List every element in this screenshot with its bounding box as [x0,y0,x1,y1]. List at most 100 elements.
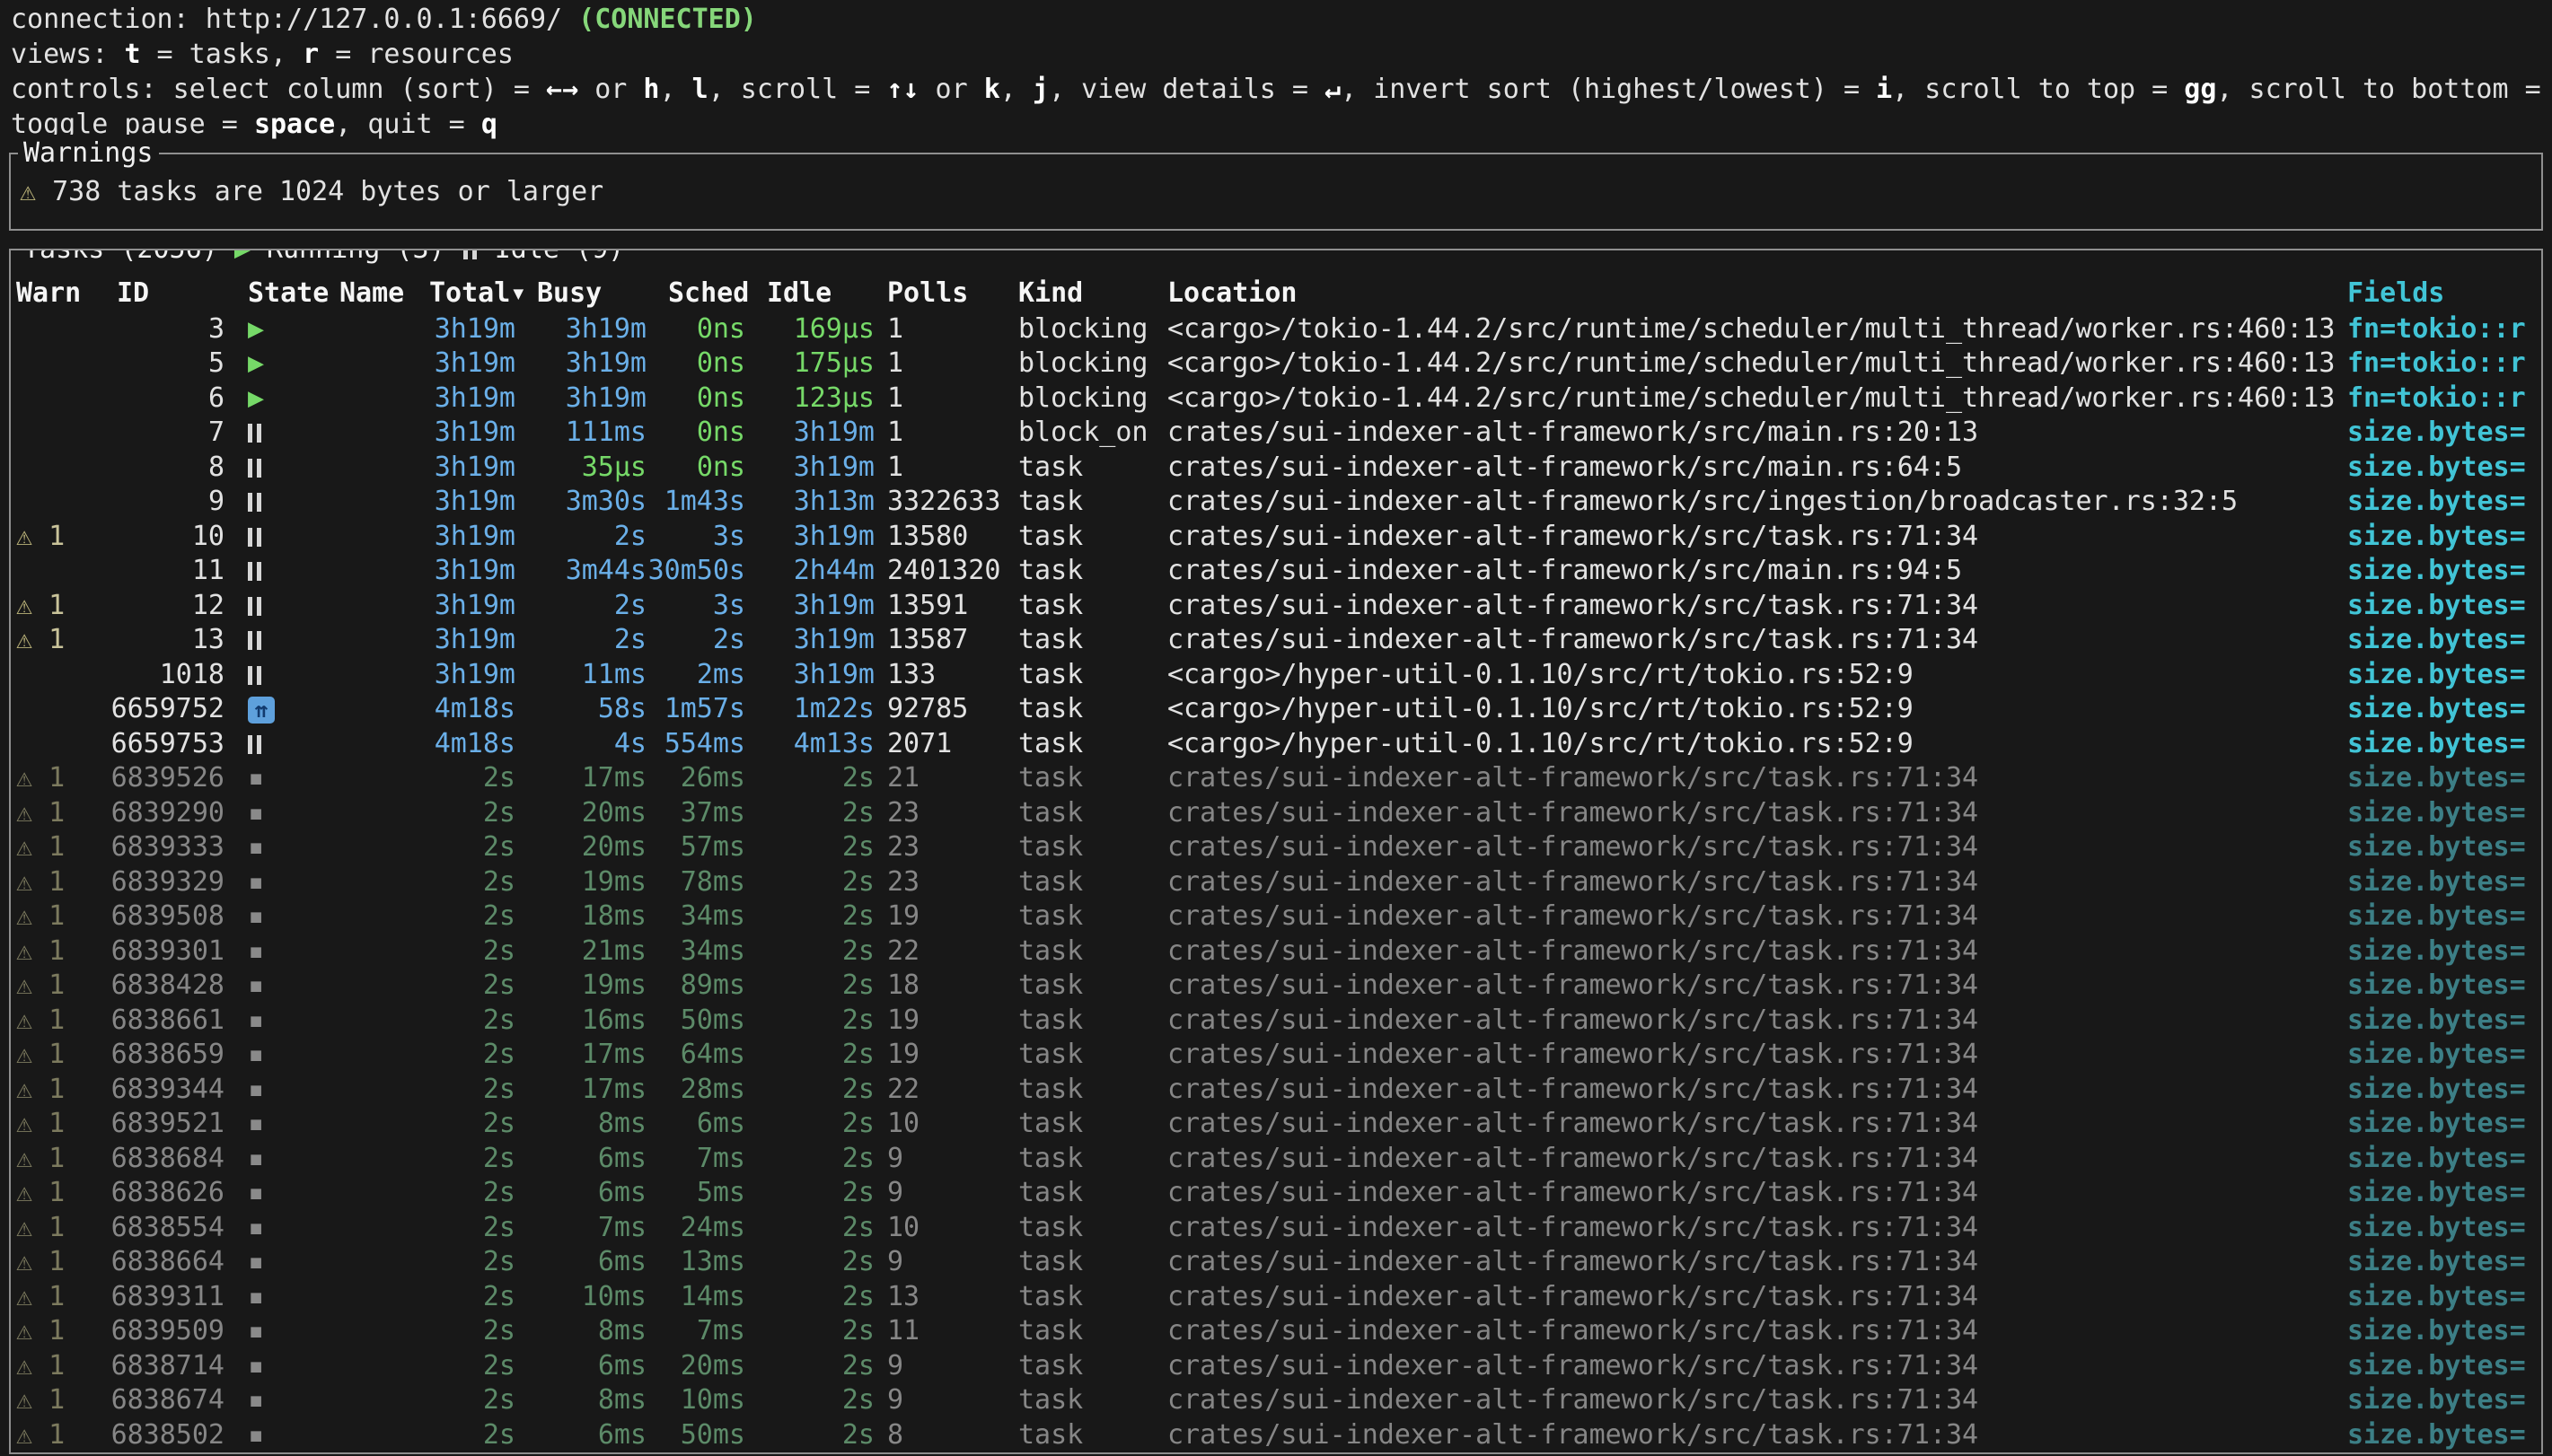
task-row-13[interactable]: ⚠ 1133h19m2s2s3h19m13587taskcrates/sui-i… [11,623,2541,658]
column-header-total[interactable]: Total▾ [408,277,515,309]
cell-id: 6838428 [110,969,224,1001]
cell-total: 3h19m [408,452,515,483]
warning-item: ⚠ 738 tasks are 1024 bytes or larger [11,154,2541,229]
task-row-10[interactable]: ⚠ 1103h19m2s3s3h19m13580taskcrates/sui-i… [11,519,2541,554]
cell-kind: task [1009,1039,1158,1070]
running-state-icon: ▶ [248,313,264,345]
task-row-6839508[interactable]: ⚠ 16839508▪2s18ms34ms2s19taskcrates/sui-… [11,899,2541,934]
task-row-6838428[interactable]: ⚠ 16838428▪2s19ms89ms2s18taskcrates/sui-… [11,969,2541,1004]
warning-count: 1 [32,866,65,898]
column-header-warn[interactable]: Warn [16,277,110,309]
cell-warn: ⚠ 1 [16,831,110,863]
task-row-6[interactable]: 6▶3h19m3h19m0ns123µs1blocking<cargo>/tok… [11,381,2541,416]
cell-location: crates/sui-indexer-alt-framework/src/tas… [1158,831,2335,863]
cell-warn: ⚠ 1 [16,1074,110,1105]
cell-kind: task [1009,521,1158,552]
task-row-6839333[interactable]: ⚠ 16839333▪2s20ms57ms2s23taskcrates/sui-… [11,830,2541,865]
idle-state-icon [248,424,261,443]
task-row-6838674[interactable]: ⚠ 16838674▪2s8ms10ms2s9taskcrates/sui-in… [11,1383,2541,1418]
task-row-9[interactable]: 93h19m3m30s1m43s3h13m3322633taskcrates/s… [11,485,2541,520]
task-row-5[interactable]: 5▶3h19m3h19m0ns175µs1blocking<cargo>/tok… [11,346,2541,382]
cell-warn: ⚠ 1 [16,521,110,552]
task-row-6839301[interactable]: ⚠ 16839301▪2s21ms34ms2s22taskcrates/sui-… [11,934,2541,969]
cell-busy: 17ms [515,762,647,794]
idle-state-icon [248,528,261,547]
task-row-3[interactable]: 3▶3h19m3h19m0ns169µs1blocking<cargo>/tok… [11,311,2541,346]
task-row-6838714[interactable]: ⚠ 16838714▪2s6ms20ms2s9taskcrates/sui-in… [11,1348,2541,1383]
task-row-6838626[interactable]: ⚠ 16838626▪2s6ms5ms2s9taskcrates/sui-ind… [11,1176,2541,1211]
cell-fields: size.bytes= [2335,831,2541,863]
cell-sched: 13ms [647,1246,745,1277]
cell-location: crates/sui-indexer-alt-framework/src/ing… [1158,486,2335,517]
task-row-6659753[interactable]: 66597534m18s4s554ms4m13s2071task<cargo>/… [11,726,2541,761]
task-row-6839344[interactable]: ⚠ 16839344▪2s17ms28ms2s22taskcrates/sui-… [11,1072,2541,1107]
text-segment: = resources [319,39,514,70]
cell-location: <cargo>/hyper-util-0.1.10/src/rt/tokio.r… [1158,728,2335,759]
cell-sched: 0ns [647,347,745,379]
task-row-6838554[interactable]: ⚠ 16838554▪2s7ms24ms2s10taskcrates/sui-i… [11,1210,2541,1245]
cell-sched: 5ms [647,1177,745,1208]
task-row-6838684[interactable]: ⚠ 16838684▪2s6ms7ms2s9taskcrates/sui-ind… [11,1141,2541,1176]
cell-sched: 6ms [647,1108,745,1139]
cell-busy: 6ms [515,1143,647,1174]
cell-state [224,555,318,586]
column-header-kind[interactable]: Kind [1009,277,1158,309]
task-row-6839509[interactable]: ⚠ 16839509▪2s8ms7ms2s11taskcrates/sui-in… [11,1314,2541,1349]
column-header-polls[interactable]: Polls [875,277,1009,309]
task-row-11[interactable]: 113h19m3m44s30m50s2h44m2401320taskcrates… [11,554,2541,589]
cell-sched: 10ms [647,1384,745,1416]
task-row-6838664[interactable]: ⚠ 16838664▪2s6ms13ms2s9taskcrates/sui-in… [11,1245,2541,1280]
cell-idle: 2s [745,1212,875,1243]
cell-fields: size.bytes= [2335,452,2541,483]
task-row-6838661[interactable]: ⚠ 16838661▪2s16ms50ms2s19taskcrates/sui-… [11,1003,2541,1038]
column-header-sched[interactable]: Sched [647,277,745,309]
cell-location: crates/sui-indexer-alt-framework/src/tas… [1158,1281,2335,1312]
running-state-icon: ▶ [234,249,251,268]
column-header-state[interactable]: State [224,277,318,309]
task-row-6839311[interactable]: ⚠ 16839311▪2s10ms14ms2s13taskcrates/sui-… [11,1279,2541,1314]
completed-state-icon: ▪ [248,1350,264,1381]
task-row-6839521[interactable]: ⚠ 16839521▪2s8ms6ms2s10taskcrates/sui-in… [11,1107,2541,1142]
task-row-6839290[interactable]: ⚠ 16839290▪2s20ms37ms2s23taskcrates/sui-… [11,795,2541,830]
task-row-6839329[interactable]: ⚠ 16839329▪2s19ms78ms2s23taskcrates/sui-… [11,864,2541,899]
cell-state: ▪ [224,1281,318,1312]
cell-id: 10 [110,521,224,552]
warning-count: 1 [32,590,65,621]
cell-fields: size.bytes= [2335,659,2541,690]
cell-polls: 13 [875,1281,1009,1312]
cell-sched: 7ms [647,1315,745,1346]
column-header-location[interactable]: Location [1158,277,2335,309]
task-row-12[interactable]: ⚠ 1123h19m2s3s3h19m13591taskcrates/sui-i… [11,588,2541,623]
warning-icon: ⚠ [16,1177,32,1208]
cell-busy: 6ms [515,1246,647,1277]
cell-idle: 2s [745,1281,875,1312]
column-header-id[interactable]: ID [110,277,224,309]
cell-warn: ⚠ 1 [16,969,110,1001]
task-row-8[interactable]: 83h19m35µs0ns3h19m1taskcrates/sui-indexe… [11,450,2541,485]
cell-fields: size.bytes= [2335,728,2541,759]
task-row-6839526[interactable]: ⚠ 16839526▪2s17ms26ms2s21taskcrates/sui-… [11,761,2541,796]
cell-warn: ⚠ 1 [16,1384,110,1416]
cell-busy: 8ms [515,1384,647,1416]
task-row-1018[interactable]: 10183h19m11ms2ms3h19m133task<cargo>/hype… [11,657,2541,692]
column-header-name[interactable]: Name [318,277,408,309]
cell-busy: 4s [515,728,647,759]
column-header-fields[interactable]: Fields [2335,277,2541,309]
task-row-7[interactable]: 73h19m111ms0ns3h19m1block_oncrates/sui-i… [11,416,2541,451]
task-row-6838659[interactable]: ⚠ 16838659▪2s17ms64ms2s19taskcrates/sui-… [11,1038,2541,1073]
cell-polls: 23 [875,866,1009,898]
column-header-busy[interactable]: Busy [515,277,647,309]
warning-icon: ⚠ [20,176,36,207]
cell-kind: task [1009,1177,1158,1208]
cell-fields: fn=tokio::r [2335,313,2541,345]
cell-kind: task [1009,1108,1158,1139]
cell-kind: task [1009,1074,1158,1105]
cell-idle: 2h44m [745,555,875,586]
cell-kind: task [1009,624,1158,655]
task-row-6659752[interactable]: 6659752⇈4m18s58s1m57s1m22s92785task<carg… [11,692,2541,727]
cell-busy: 58s [515,693,647,724]
cell-total: 2s [408,1004,515,1036]
task-row-6838502[interactable]: ⚠ 16838502▪2s6ms50ms2s8taskcrates/sui-in… [11,1417,2541,1452]
cell-fields: size.bytes= [2335,521,2541,552]
column-header-idle[interactable]: Idle [745,277,875,309]
